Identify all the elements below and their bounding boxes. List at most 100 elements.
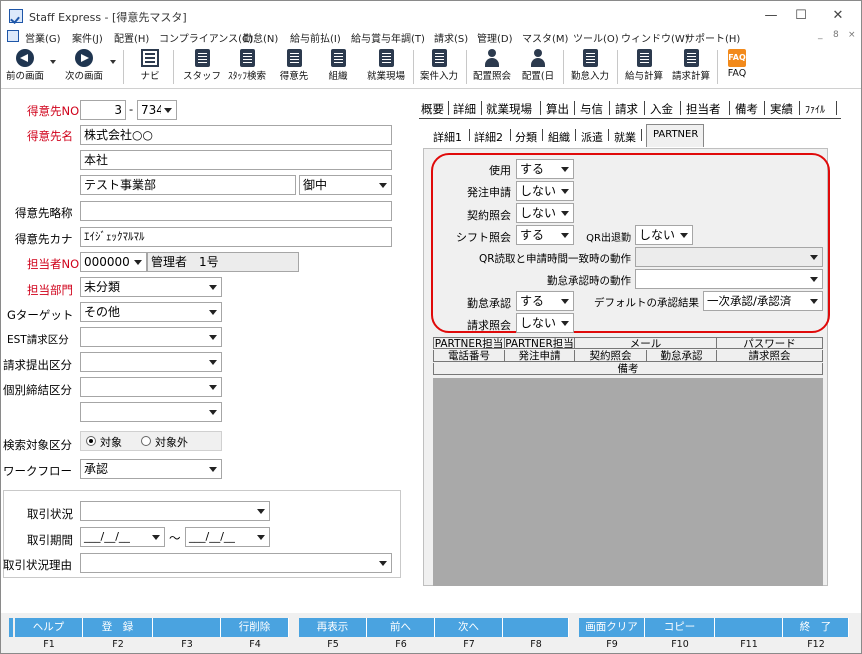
qr-match-action-select[interactable]	[635, 247, 823, 267]
customer-button[interactable]: 得意先	[274, 49, 314, 87]
next-button[interactable]: 次へ	[435, 618, 503, 637]
tab-billing[interactable]: 請求	[615, 101, 638, 117]
prev-button[interactable]: 前へ	[367, 618, 435, 637]
use-select[interactable]: する	[516, 159, 574, 179]
tab-detail[interactable]: 詳細	[453, 101, 476, 117]
shift-inquiry-select[interactable]: する	[516, 225, 574, 245]
qr-attendance-select[interactable]: しない	[635, 225, 693, 245]
staff-button[interactable]: スタッフ	[182, 49, 222, 87]
subtab-partner-active[interactable]: PARTNER	[646, 124, 704, 147]
closing-select[interactable]	[80, 377, 222, 397]
tab-payment[interactable]: 入金	[650, 101, 673, 117]
menu-billing[interactable]: 請求(S)	[434, 30, 468, 45]
exit-button[interactable]: 終 了	[783, 618, 849, 637]
customer-branch-select[interactable]: 734	[137, 100, 177, 120]
close-button[interactable]: ✕	[821, 5, 855, 27]
customer-name-line3-field[interactable]: テスト事業部	[80, 175, 296, 195]
tab-divider	[764, 101, 765, 115]
order-request-select[interactable]: しない	[516, 181, 574, 201]
tab-results[interactable]: 実績	[770, 101, 793, 117]
est-select[interactable]	[80, 327, 222, 347]
subtab-detail2[interactable]: 詳細2	[474, 129, 503, 145]
customer-no-field[interactable]: 3	[80, 100, 126, 120]
menu-attendance[interactable]: 勤怠(N)	[243, 30, 278, 45]
menu-master[interactable]: マスタ(M)	[522, 30, 568, 45]
radio-target[interactable]	[86, 436, 96, 446]
menu-project[interactable]: 案件(J)	[72, 30, 103, 45]
menu-window[interactable]: ウィンドウ(W)	[621, 30, 689, 45]
deal-status-select[interactable]	[80, 501, 270, 521]
placement-inquiry-button[interactable]: 配置照会	[470, 49, 514, 87]
f8-button[interactable]	[503, 618, 569, 637]
next-screen-button[interactable]: 次の画面	[59, 49, 109, 87]
radio-not-target[interactable]	[141, 436, 151, 446]
minimize-button[interactable]: —	[754, 5, 788, 27]
prev-dropdown-icon[interactable]	[50, 60, 56, 64]
partner-grid-body[interactable]	[433, 378, 823, 586]
mdi-close[interactable]: ×	[848, 30, 856, 40]
payroll-calc-button[interactable]: 給与計算	[621, 49, 667, 87]
deal-to-date[interactable]: ___/__/__	[185, 527, 270, 547]
mdi-restore[interactable]: 8	[833, 30, 839, 40]
organization-button[interactable]: 組織	[321, 49, 355, 87]
tab-credit[interactable]: 与信	[580, 101, 603, 117]
menu-placement[interactable]: 配置(H)	[114, 30, 149, 45]
menu-tools[interactable]: ツール(O)	[573, 30, 619, 45]
g-target-select[interactable]: その他	[80, 302, 222, 322]
attendance-approve-select[interactable]: する	[516, 291, 574, 311]
f3-button[interactable]	[153, 618, 221, 637]
worksite-button[interactable]: 就業現場	[363, 49, 409, 87]
menu-sales[interactable]: 営業(G)	[25, 30, 61, 45]
delete-row-button[interactable]: 行削除	[221, 618, 289, 637]
honorific-select[interactable]: 御中	[299, 175, 392, 195]
dept-select[interactable]: 未分類	[80, 277, 222, 297]
mdi-minimize[interactable]: _	[818, 30, 823, 40]
project-entry-button[interactable]: 案件入力	[416, 49, 462, 87]
clear-screen-button[interactable]: 画面クリア	[579, 618, 645, 637]
invoice-submit-select[interactable]	[80, 352, 222, 372]
default-result-select[interactable]: 一次承認/承認済	[703, 291, 823, 311]
deal-reason-select[interactable]	[80, 553, 392, 573]
short-name-field[interactable]	[80, 201, 392, 221]
contract-inquiry-select[interactable]: しない	[516, 203, 574, 223]
subtab-category[interactable]: 分類	[515, 129, 537, 145]
subtab-detail1[interactable]: 詳細1	[433, 129, 462, 145]
help-button[interactable]: ヘルプ	[15, 618, 83, 637]
menu-advance-pay[interactable]: 給与前払(I)	[290, 30, 341, 45]
register-button[interactable]: 登 録	[83, 618, 153, 637]
staff-search-button[interactable]: ｽﾀｯﾌ検索	[224, 49, 270, 87]
prev-screen-button[interactable]: 前の画面	[3, 49, 47, 87]
subtab-employment[interactable]: 就業	[614, 129, 636, 145]
billing-calc-button[interactable]: 請求計算	[668, 49, 714, 87]
subtab-dispatch[interactable]: 派遣	[581, 129, 603, 145]
customer-name-line2-field[interactable]: 本社	[80, 150, 392, 170]
tab-person-in-charge[interactable]: 担当者	[686, 101, 721, 117]
faq-button[interactable]: FAQ FAQ	[721, 49, 753, 87]
attendance-entry-button[interactable]: 勤怠入力	[567, 49, 613, 87]
closing-select-2[interactable]	[80, 402, 222, 422]
deal-from-date[interactable]: ___/__/__	[80, 527, 165, 547]
next-dropdown-icon[interactable]	[110, 60, 116, 64]
approve-action-select[interactable]	[635, 269, 823, 289]
kana-field[interactable]: ｴｲｼﾞｪｯｸﾏﾙﾏﾙ	[80, 227, 392, 247]
maximize-button[interactable]: ☐	[784, 5, 818, 27]
menu-support[interactable]: サポート(H)	[685, 30, 740, 45]
menu-management[interactable]: 管理(D)	[477, 30, 513, 45]
workflow-select[interactable]: 承認	[80, 459, 222, 479]
placement-day-button[interactable]: 配置(日	[518, 49, 558, 87]
tab-overview[interactable]: 概要	[421, 101, 444, 117]
copy-button[interactable]: コピー	[645, 618, 715, 637]
customer-name-field[interactable]: 株式会社○○	[80, 125, 392, 145]
subtab-organization[interactable]: 組織	[548, 129, 570, 145]
menu-payroll[interactable]: 給与賞与年調(T)	[351, 30, 425, 45]
tab-worksite[interactable]: 就業現場	[486, 101, 532, 117]
f11-button[interactable]	[715, 618, 783, 637]
tab-file[interactable]: ﾌｧｲﾙ	[805, 101, 825, 116]
staff-no-select[interactable]: 0000001	[80, 252, 147, 272]
menu-compliance[interactable]: コンプライアンス(C)	[159, 30, 253, 45]
tab-calc[interactable]: 算出	[546, 101, 569, 117]
navi-button[interactable]: ナビ	[133, 49, 167, 87]
invoice-inquiry-select[interactable]: しない	[516, 313, 574, 333]
refresh-button[interactable]: 再表示	[299, 618, 367, 637]
tab-notes[interactable]: 備考	[735, 101, 758, 117]
